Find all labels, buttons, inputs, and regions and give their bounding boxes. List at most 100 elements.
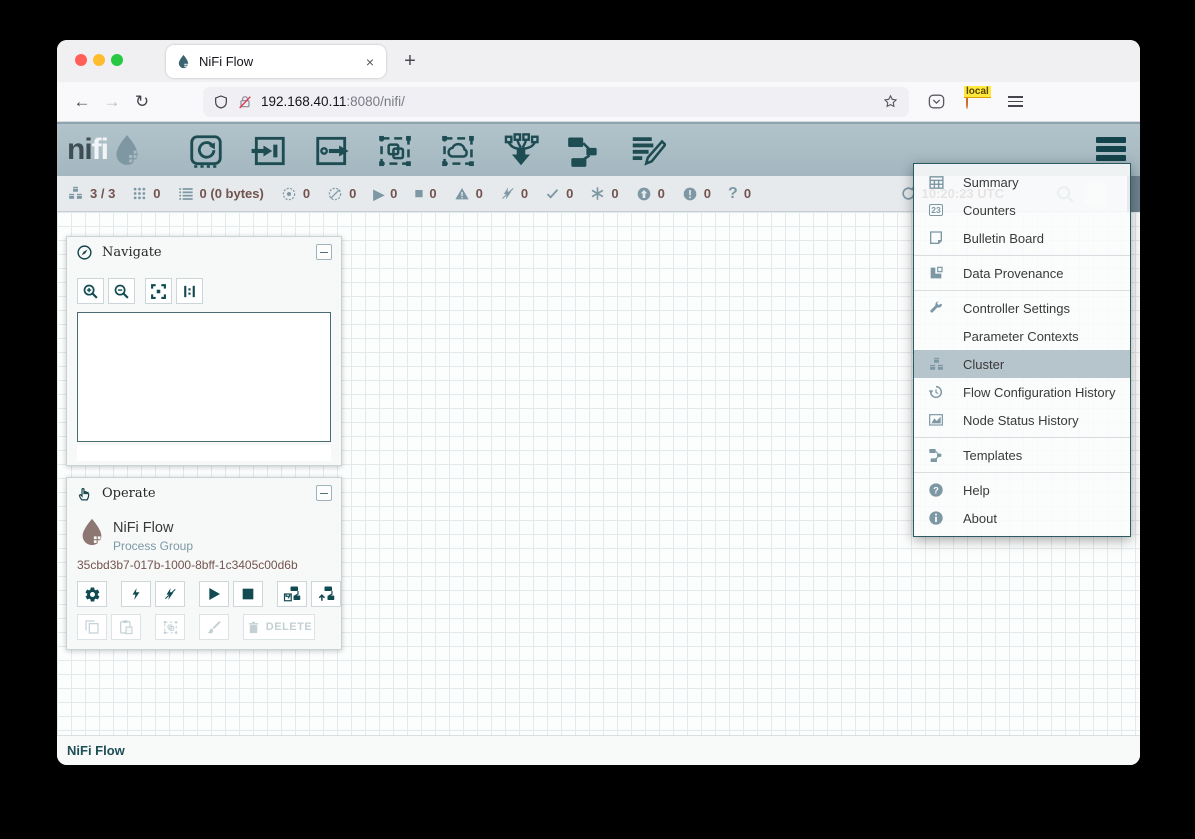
menu-item-data-provenance[interactable]: Data Provenance bbox=[914, 259, 1130, 287]
not-transmitting-icon bbox=[327, 186, 343, 202]
breadcrumb-root[interactable]: NiFi Flow bbox=[67, 743, 125, 758]
menu-label: Cluster bbox=[963, 357, 1004, 372]
delete-button[interactable]: DELETE bbox=[243, 614, 315, 640]
stat-not-transmitting: 0 bbox=[327, 186, 356, 202]
trash-icon bbox=[246, 620, 261, 635]
menu-item-node-status-history[interactable]: Node Status History bbox=[914, 406, 1130, 434]
component-toolbar bbox=[187, 124, 666, 178]
group-button[interactable] bbox=[155, 614, 185, 640]
operate-actions-row1 bbox=[77, 581, 345, 607]
window-close-button[interactable] bbox=[75, 54, 87, 66]
operate-collapse-button[interactable] bbox=[316, 485, 332, 501]
menu-item-counters[interactable]: 23 Counters bbox=[914, 196, 1130, 224]
queued-list-icon bbox=[178, 186, 194, 202]
menu-separator bbox=[914, 255, 1130, 256]
browser-menu-icon[interactable] bbox=[1008, 96, 1023, 107]
zoom-actual-size-button[interactable] bbox=[176, 278, 203, 304]
insecure-lock-icon[interactable] bbox=[237, 94, 253, 110]
back-button[interactable]: ← bbox=[67, 92, 97, 112]
change-color-button[interactable] bbox=[199, 614, 229, 640]
menu-label: Bulletin Board bbox=[963, 231, 1044, 246]
zoom-in-button[interactable] bbox=[77, 278, 104, 304]
birdseye-view[interactable] bbox=[77, 312, 331, 442]
navigate-collapse-button[interactable] bbox=[316, 244, 332, 260]
menu-label: Parameter Contexts bbox=[963, 329, 1079, 344]
tab-close-icon[interactable]: × bbox=[364, 54, 376, 70]
stat-value: 0 bbox=[658, 186, 665, 201]
menu-label: Counters bbox=[963, 203, 1016, 218]
nifi-favicon-drop-icon bbox=[176, 54, 191, 69]
lightning-slash-icon bbox=[163, 587, 177, 601]
help-icon: ? bbox=[928, 482, 944, 498]
zoom-out-button[interactable] bbox=[108, 278, 135, 304]
menu-item-about[interactable]: About bbox=[914, 504, 1130, 532]
funnel-draggable-icon[interactable] bbox=[502, 132, 540, 170]
browser-tab[interactable]: NiFi Flow × bbox=[166, 45, 386, 78]
label-draggable-icon[interactable] bbox=[628, 132, 666, 170]
menu-item-bulletin-board[interactable]: Bulletin Board bbox=[914, 224, 1130, 252]
cluster-cubes-icon bbox=[928, 356, 945, 373]
template-draggable-icon[interactable] bbox=[565, 132, 603, 170]
menu-item-controller-settings[interactable]: Controller Settings bbox=[914, 294, 1130, 322]
configure-button[interactable] bbox=[77, 581, 107, 607]
profile-container-badge: local bbox=[964, 86, 991, 98]
threads-grid-icon bbox=[132, 186, 147, 201]
menu-item-summary[interactable]: Summary bbox=[914, 168, 1130, 196]
stop-button[interactable] bbox=[233, 581, 263, 607]
breadcrumb-bar: NiFi Flow bbox=[57, 735, 1140, 765]
window-zoom-button[interactable] bbox=[111, 54, 123, 66]
shield-icon[interactable] bbox=[213, 94, 229, 110]
birdseye-footer bbox=[77, 445, 331, 461]
stat-value: 3 / 3 bbox=[90, 186, 115, 201]
output-port-draggable-icon[interactable] bbox=[313, 132, 351, 170]
copy-button[interactable] bbox=[77, 614, 107, 640]
global-menu-button[interactable] bbox=[1096, 137, 1126, 161]
stat-connected-nodes: 3 / 3 bbox=[67, 185, 115, 202]
upload-template-button[interactable] bbox=[311, 581, 341, 607]
menu-item-help[interactable]: ? Help bbox=[914, 476, 1130, 504]
remote-process-group-draggable-icon[interactable] bbox=[439, 132, 477, 170]
menu-item-parameter-contexts[interactable]: Parameter Contexts bbox=[914, 322, 1130, 350]
lightning-slash-icon bbox=[500, 186, 515, 201]
zoom-fit-button[interactable] bbox=[145, 278, 172, 304]
profile-avatar[interactable]: local bbox=[966, 91, 988, 113]
input-port-draggable-icon[interactable] bbox=[250, 132, 288, 170]
delete-label: DELETE bbox=[266, 621, 312, 633]
reload-button[interactable]: ↻ bbox=[127, 92, 157, 112]
enable-button[interactable] bbox=[121, 581, 151, 607]
operate-actions-row2: DELETE bbox=[77, 614, 319, 640]
history-icon bbox=[928, 384, 944, 400]
hand-pointer-icon bbox=[76, 485, 93, 502]
transmitting-icon bbox=[281, 186, 297, 202]
disable-button[interactable] bbox=[155, 581, 185, 607]
stat-stopped: ■ 0 bbox=[414, 186, 436, 201]
create-template-button[interactable] bbox=[277, 581, 307, 607]
paste-button[interactable] bbox=[111, 614, 141, 640]
window-minimize-button[interactable] bbox=[93, 54, 105, 66]
operate-palette: Operate NiFi Flow Process Group 35cbd3b7… bbox=[66, 477, 342, 650]
processor-draggable-icon[interactable] bbox=[187, 132, 225, 170]
selection-id: 35cbd3b7-017b-1000-8bff-1c3405c00d6b bbox=[77, 558, 298, 572]
counters-icon: 23 bbox=[929, 204, 943, 216]
operate-header: Operate bbox=[67, 478, 341, 508]
menu-item-cluster[interactable]: Cluster bbox=[914, 350, 1130, 378]
stat-sync-failure: ? 0 bbox=[728, 186, 751, 202]
menu-label: About bbox=[963, 511, 997, 526]
question-icon: ? bbox=[728, 186, 738, 202]
stat-value: 0 (0 bytes) bbox=[200, 186, 264, 201]
url-bar[interactable]: 192.168.40.11:8080/nifi/ bbox=[203, 87, 909, 117]
paint-brush-icon bbox=[206, 619, 222, 635]
stat-up-to-date: 0 bbox=[545, 186, 573, 201]
menu-item-flow-configuration-history[interactable]: Flow Configuration History bbox=[914, 378, 1130, 406]
bookmark-star-icon[interactable] bbox=[882, 93, 899, 110]
pocket-icon[interactable] bbox=[927, 92, 946, 111]
logo-text-fi: fi bbox=[92, 133, 108, 167]
process-group-draggable-icon[interactable] bbox=[376, 132, 414, 170]
new-tab-button[interactable]: + bbox=[397, 48, 423, 74]
stat-value: 0 bbox=[429, 186, 436, 201]
wrench-icon bbox=[928, 300, 944, 316]
start-button[interactable] bbox=[199, 581, 229, 607]
menu-item-templates[interactable]: Templates bbox=[914, 441, 1130, 469]
forward-button[interactable]: → bbox=[97, 92, 127, 112]
stat-locally-modified-and-stale: 0 bbox=[682, 186, 711, 202]
